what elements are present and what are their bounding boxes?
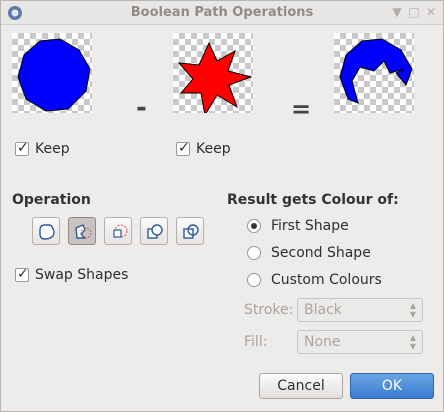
result-colour-title: Result gets Colour of: — [227, 192, 399, 208]
second-shape-preview — [173, 33, 253, 117]
radio-selected-dot — [251, 223, 257, 229]
fill-label: Fill: — [244, 334, 268, 350]
radio-custom-colours-label: Custom Colours — [271, 272, 382, 288]
subtract-icon — [75, 224, 92, 239]
window-title: Boolean Path Operations — [130, 5, 314, 20]
boolean-path-operations-dialog: Boolean Path Operations ▼ □ ✕ - = ✓ Keep… — [0, 0, 444, 412]
radio-button[interactable] — [247, 246, 261, 260]
operation-title: Operation — [12, 192, 91, 208]
cancel-button[interactable]: Cancel — [259, 373, 343, 399]
keep-second-label: Keep — [196, 141, 231, 157]
radio-first-shape[interactable]: First Shape — [247, 218, 349, 234]
swap-shapes-label: Swap Shapes — [35, 267, 129, 283]
radio-second-shape[interactable]: Second Shape — [247, 245, 371, 261]
equals-sign: = — [291, 95, 312, 123]
keep-first-label: Keep — [35, 141, 70, 157]
radio-button[interactable] — [247, 273, 261, 287]
spin-arrows-icon: ▲ ▼ — [409, 301, 416, 319]
checkbox-box[interactable]: ✓ — [176, 140, 190, 156]
result-shape-preview — [334, 33, 414, 113]
stroke-label: Stroke: — [244, 302, 294, 318]
checkbox-box[interactable]: ✓ — [15, 140, 29, 156]
keep-first-checkbox[interactable]: ✓ Keep — [15, 140, 70, 157]
stroke-select[interactable]: Black ▲ ▼ — [297, 298, 423, 322]
divide-button[interactable] — [176, 217, 204, 245]
minimize-icon[interactable]: ▼ — [389, 4, 405, 20]
result-shape — [339, 38, 413, 104]
intersection-icon — [113, 224, 128, 238]
union-icon — [39, 224, 55, 240]
star-shape — [177, 41, 253, 117]
spin-arrows-icon: ▲ ▼ — [409, 333, 416, 351]
radio-first-shape-label: First Shape — [271, 218, 349, 234]
exclude-icon — [147, 224, 163, 239]
first-shape-preview — [12, 33, 92, 113]
stroke-value: Black — [304, 302, 342, 318]
octagon-shape — [17, 38, 91, 112]
keep-second-checkbox[interactable]: ✓ Keep — [176, 140, 231, 157]
subtract-button[interactable] — [68, 217, 96, 245]
minus-sign: - — [136, 93, 147, 123]
checkmark-icon: ✓ — [17, 140, 29, 156]
fill-value: None — [304, 334, 341, 350]
intersection-button[interactable] — [104, 217, 132, 245]
checkmark-icon: ✓ — [17, 266, 29, 282]
title-bar: Boolean Path Operations ▼ □ ✕ — [1, 1, 443, 25]
swap-shapes-checkbox[interactable]: ✓ Swap Shapes — [15, 266, 129, 283]
fill-select[interactable]: None ▲ ▼ — [297, 330, 423, 354]
close-icon[interactable]: ✕ — [423, 4, 439, 20]
radio-second-shape-label: Second Shape — [271, 245, 371, 261]
exclude-button[interactable] — [140, 217, 168, 245]
union-button[interactable] — [32, 217, 60, 245]
ok-button[interactable]: OK — [350, 373, 434, 399]
maximize-icon[interactable]: □ — [406, 4, 422, 20]
radio-custom-colours[interactable]: Custom Colours — [247, 272, 382, 288]
checkmark-icon: ✓ — [178, 140, 190, 156]
checkbox-box[interactable]: ✓ — [15, 266, 29, 282]
divide-icon — [183, 224, 199, 239]
radio-button[interactable] — [247, 219, 261, 233]
